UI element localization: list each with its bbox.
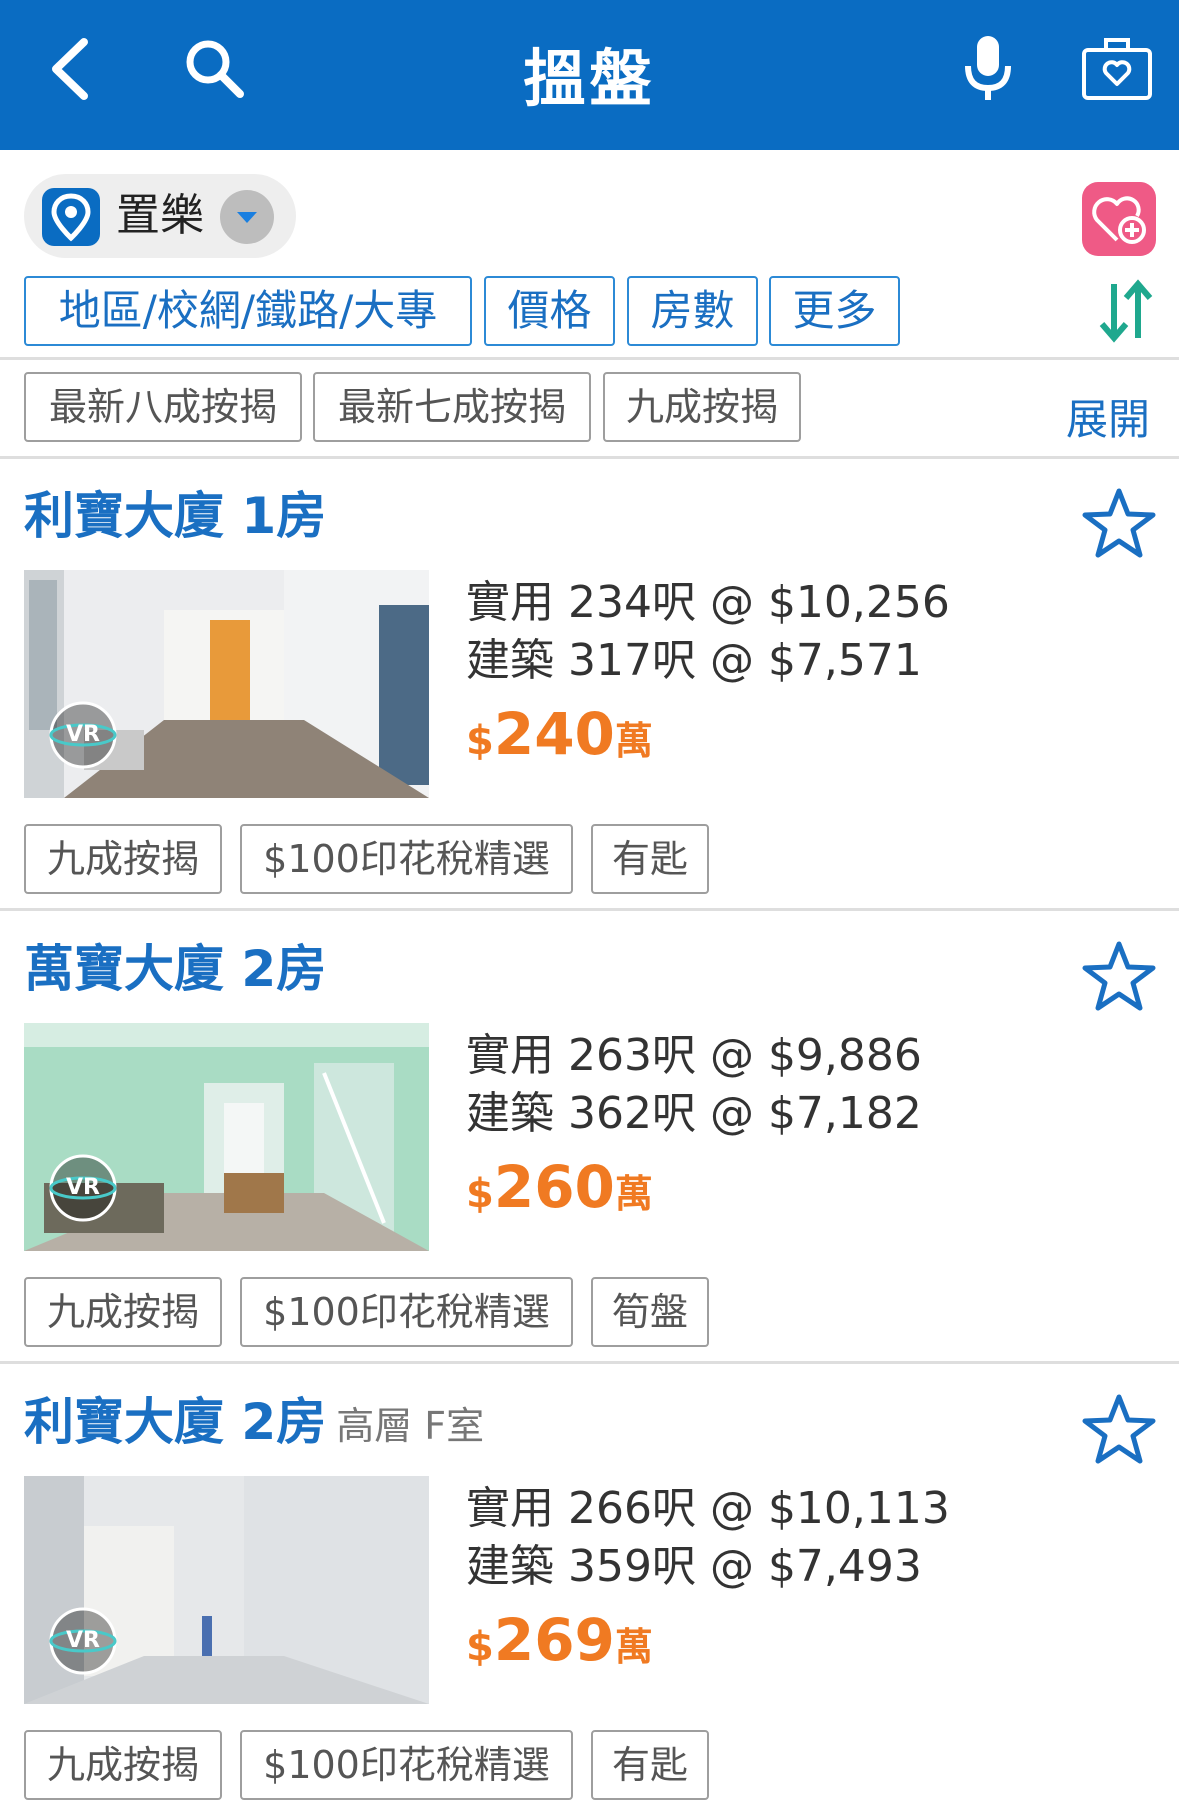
mic-icon[interactable] [960, 32, 1016, 104]
listing-tag[interactable]: 筍盤 [591, 1277, 709, 1347]
listing-price: $269萬 [466, 1606, 653, 1674]
filter-rooms[interactable]: 房數 [627, 276, 758, 346]
quick-tag-70-mortgage[interactable]: 最新七成按揭 [313, 372, 591, 442]
filter-district[interactable]: 地區/校網/鐵路/大專 [24, 276, 472, 346]
listing-title[interactable]: 利寶大廈 2房 高層 F室 [24, 1390, 484, 1458]
divider [0, 1361, 1179, 1364]
listing-card[interactable]: 利寶大廈 1房 VR 實用 234呎 @ $10,256 建築 317呎 @ $… [0, 460, 1179, 912]
listing-tag[interactable]: 有匙 [591, 1730, 709, 1800]
gross-area: 建築 317呎 @ $7,571 [466, 635, 922, 686]
location-selector[interactable]: 置樂 [24, 174, 296, 258]
saleable-area: 實用 266呎 @ $10,113 [466, 1483, 950, 1534]
vr-label: VR [66, 1175, 100, 1200]
vr-badge[interactable]: VR [48, 1606, 118, 1676]
top-app-bar: 搵盤 [0, 0, 1179, 150]
saleable-area: 實用 234呎 @ $10,256 [466, 577, 950, 628]
listing-tag[interactable]: 九成按揭 [24, 1277, 222, 1347]
vr-label: VR [66, 1628, 100, 1653]
listing-photo[interactable]: VR [24, 570, 429, 798]
listing-card[interactable]: 利寶大廈 2房 高層 F室 VR 實用 266呎 @ $10,113 建築 359… [0, 1366, 1179, 1801]
expand-link[interactable]: 展開 [1066, 386, 1150, 447]
listing-tag[interactable]: $100印花稅精選 [240, 1277, 573, 1347]
listing-photo[interactable]: VR [24, 1023, 429, 1251]
listing-price: $240萬 [466, 700, 653, 768]
vr-badge[interactable]: VR [48, 1153, 118, 1223]
listing-price: $260萬 [466, 1153, 653, 1221]
star-icon[interactable] [1082, 939, 1156, 1013]
quick-tag-80-mortgage[interactable]: 最新八成按揭 [24, 372, 302, 442]
divider [0, 908, 1179, 911]
listing-area-info: 實用 234呎 @ $10,256 建築 317呎 @ $7,571 [466, 574, 950, 690]
divider [0, 456, 1179, 459]
listing-area-info: 實用 263呎 @ $9,886 建築 362呎 @ $7,182 [466, 1027, 922, 1143]
listing-area-info: 實用 266呎 @ $10,113 建築 359呎 @ $7,493 [466, 1480, 950, 1596]
location-pin-icon [42, 188, 100, 246]
saved-bag-icon[interactable] [1080, 34, 1154, 102]
listing-tag[interactable]: $100印花稅精選 [240, 824, 573, 894]
star-icon[interactable] [1082, 486, 1156, 560]
heart-plus-icon[interactable] [1082, 182, 1156, 256]
filter-more[interactable]: 更多 [769, 276, 900, 346]
divider [0, 357, 1179, 360]
listing-photo[interactable]: VR [24, 1476, 429, 1704]
listing-tag[interactable]: 有匙 [591, 824, 709, 894]
listing-tag[interactable]: 九成按揭 [24, 824, 222, 894]
saleable-area: 實用 263呎 @ $9,886 [466, 1030, 922, 1081]
listing-tag[interactable]: 九成按揭 [24, 1730, 222, 1800]
listing-title[interactable]: 萬寶大廈 2房 [24, 937, 336, 1005]
filter-price[interactable]: 價格 [484, 276, 615, 346]
vr-label: VR [66, 722, 100, 747]
gross-area: 建築 359呎 @ $7,493 [466, 1541, 922, 1592]
quick-tag-90-mortgage[interactable]: 九成按揭 [603, 372, 801, 442]
vr-badge[interactable]: VR [48, 700, 118, 770]
listing-tag[interactable]: $100印花稅精選 [240, 1730, 573, 1800]
gross-area: 建築 362呎 @ $7,182 [466, 1088, 922, 1139]
listing-card[interactable]: 萬寶大廈 2房 VR 實用 263呎 @ $9,886 建築 362呎 @ $7… [0, 913, 1179, 1365]
chevron-down-icon[interactable] [220, 190, 274, 244]
star-icon[interactable] [1082, 1392, 1156, 1466]
listing-title[interactable]: 利寶大廈 1房 [24, 484, 336, 552]
sort-arrows-icon[interactable] [1096, 276, 1156, 346]
location-name: 置樂 [116, 190, 204, 241]
